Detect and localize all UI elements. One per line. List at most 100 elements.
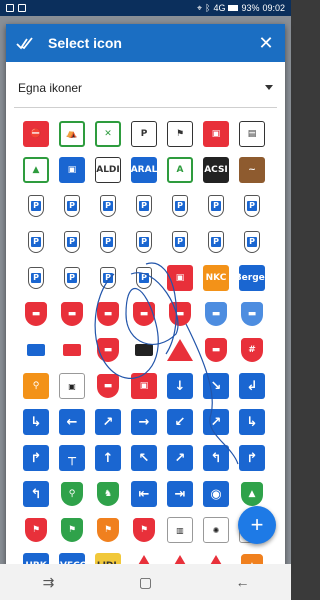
icon-set-dropdown[interactable]: Egna ikoner (14, 68, 277, 108)
icon-grid-cell[interactable]: ← (54, 404, 90, 440)
icon-grid-cell[interactable]: A (162, 152, 198, 188)
icon-grid-cell[interactable]: ↰ (18, 476, 54, 512)
turn-left-up-icon: ↰ (203, 445, 229, 471)
icon-grid-cell[interactable]: ⚑ (90, 512, 126, 548)
icon-grid-cell[interactable]: ▬ (234, 296, 270, 332)
icon-grid-cell[interactable]: P (198, 224, 234, 260)
icon-grid-cell[interactable]: ▬ (198, 332, 234, 368)
icon-grid-cell[interactable]: ┬ (54, 440, 90, 476)
icon-grid-cell[interactable]: P (90, 188, 126, 224)
parking-pin-icon: P (172, 231, 188, 253)
icon-grid-cell[interactable]: ♞ (90, 476, 126, 512)
icon-grid-cell[interactable]: ↑ (90, 440, 126, 476)
cast-notification-icon (18, 4, 26, 12)
motorhome-marker-blue-icon: ▬ (241, 302, 263, 326)
icon-grid-cell[interactable]: ▬ (90, 296, 126, 332)
icon-grid-cell[interactable]: ▬ (54, 296, 90, 332)
icon-grid-cell[interactable]: P (162, 224, 198, 260)
icon-grid-cell[interactable]: ⇥ (162, 476, 198, 512)
home-icon[interactable]: ▢ (126, 574, 166, 591)
icon-grid-cell[interactable]: ▬ (198, 296, 234, 332)
icon-grid-cell[interactable]: ▣ (126, 368, 162, 404)
icon-grid-cell[interactable]: P (126, 116, 162, 152)
berger-icon: Berger (235, 265, 269, 291)
icon-grid-cell[interactable]: ⇤ (126, 476, 162, 512)
parking-pin-icon: P (64, 231, 80, 253)
icon-grid-cell[interactable]: P (234, 224, 270, 260)
icon-grid-cell[interactable]: ▤ (234, 116, 270, 152)
icon-grid-cell[interactable]: ▬ (162, 296, 198, 332)
icon-grid-cell[interactable]: ↗ (198, 404, 234, 440)
icon-grid-cell[interactable]: P (90, 260, 126, 296)
icon-grid-cell[interactable]: ⚑ (54, 512, 90, 548)
icon-grid-cell[interactable]: P (126, 260, 162, 296)
icon-grid-cell[interactable]: ↳ (234, 404, 270, 440)
icon-grid-cell[interactable]: ▣ (54, 368, 90, 404)
icon-grid-cell[interactable]: P (126, 188, 162, 224)
icon-grid-cell[interactable]: ↰ (198, 440, 234, 476)
icon-grid-cell[interactable] (126, 332, 162, 368)
icon-grid-cell[interactable]: ⚲ (18, 368, 54, 404)
icon-grid-cell[interactable]: ARAL (126, 152, 162, 188)
icon-grid-cell[interactable] (18, 332, 54, 368)
icon-grid-cell[interactable]: ▬ (90, 368, 126, 404)
icon-grid-cell[interactable]: P (54, 260, 90, 296)
icon-grid-cell[interactable]: ▣ (162, 260, 198, 296)
icon-grid-cell[interactable]: ▥ (162, 512, 198, 548)
icon-grid-cell[interactable]: ↘ (198, 368, 234, 404)
icon-grid-cell[interactable]: ▬ (90, 332, 126, 368)
icon-grid-cell[interactable]: P (126, 224, 162, 260)
icon-grid-cell[interactable]: P (18, 224, 54, 260)
icon-grid-cell[interactable]: ↗ (90, 404, 126, 440)
icon-grid-cell[interactable]: P (54, 224, 90, 260)
icon-grid-cell[interactable]: ↲ (234, 368, 270, 404)
icon-grid-cell[interactable]: ⚑ (18, 512, 54, 548)
dialog-header: Select icon ✕ (6, 24, 285, 62)
icon-grid-cell[interactable]: ~ (234, 152, 270, 188)
close-icon[interactable]: ✕ (257, 34, 275, 52)
icon-grid-cell[interactable]: ⛺ (54, 116, 90, 152)
icon-grid-cell[interactable]: P (54, 188, 90, 224)
icon-grid-cell[interactable]: ▣ (54, 152, 90, 188)
icon-grid-cell[interactable]: ▣ (198, 116, 234, 152)
icon-grid-cell[interactable]: P (198, 188, 234, 224)
icon-grid-cell[interactable]: P (234, 188, 270, 224)
add-icon-button[interactable]: + (238, 506, 276, 544)
icon-grid-cell[interactable]: ↗ (162, 440, 198, 476)
icon-grid-cell[interactable]: ACSI (198, 152, 234, 188)
icon-grid-cell[interactable]: ✺ (198, 512, 234, 548)
icon-grid-cell[interactable]: ↖ (126, 440, 162, 476)
motorhome-marker-red-icon: ▬ (205, 338, 227, 362)
back-icon[interactable]: ← (223, 574, 263, 590)
icon-grid-cell[interactable]: P (162, 188, 198, 224)
recent-apps-icon[interactable]: ⇉ (29, 574, 69, 591)
icon-grid-cell[interactable]: Berger (234, 260, 270, 296)
icon-grid-cell[interactable]: ⚑ (126, 512, 162, 548)
icon-grid-cell[interactable]: # (234, 332, 270, 368)
icon-grid-cell[interactable]: ◉ (198, 476, 234, 512)
arrow-up-right-icon: ↗ (95, 409, 121, 435)
icon-grid-cell[interactable]: ▬ (126, 296, 162, 332)
icon-grid-cell[interactable] (162, 332, 198, 368)
icon-grid-cell[interactable]: ▲ (18, 152, 54, 188)
icon-grid-cell[interactable]: ↱ (234, 440, 270, 476)
icon-grid-cell[interactable]: ↳ (18, 404, 54, 440)
select-all-check-icon[interactable] (16, 34, 34, 52)
icon-grid-cell[interactable]: P (18, 188, 54, 224)
icon-grid-cell[interactable]: ↙ (162, 404, 198, 440)
picnic-icon: ✕ (95, 121, 121, 147)
icon-grid-cell[interactable]: → (126, 404, 162, 440)
icon-grid-cell[interactable]: P (18, 260, 54, 296)
icon-grid-cell[interactable]: P (90, 224, 126, 260)
icon-grid-cell[interactable]: ⛔ (18, 116, 54, 152)
nkc-icon: NKC (203, 265, 229, 291)
icon-grid-cell[interactable]: ALDI (90, 152, 126, 188)
icon-grid-cell[interactable]: ▬ (18, 296, 54, 332)
icon-grid-cell[interactable]: ↓ (162, 368, 198, 404)
icon-grid-cell[interactable] (54, 332, 90, 368)
icon-grid-cell[interactable]: NKC (198, 260, 234, 296)
icon-grid-cell[interactable]: ⚑ (162, 116, 198, 152)
icon-grid-cell[interactable]: ✕ (90, 116, 126, 152)
icon-grid-cell[interactable]: ↱ (18, 440, 54, 476)
icon-grid-cell[interactable]: ⚲ (54, 476, 90, 512)
